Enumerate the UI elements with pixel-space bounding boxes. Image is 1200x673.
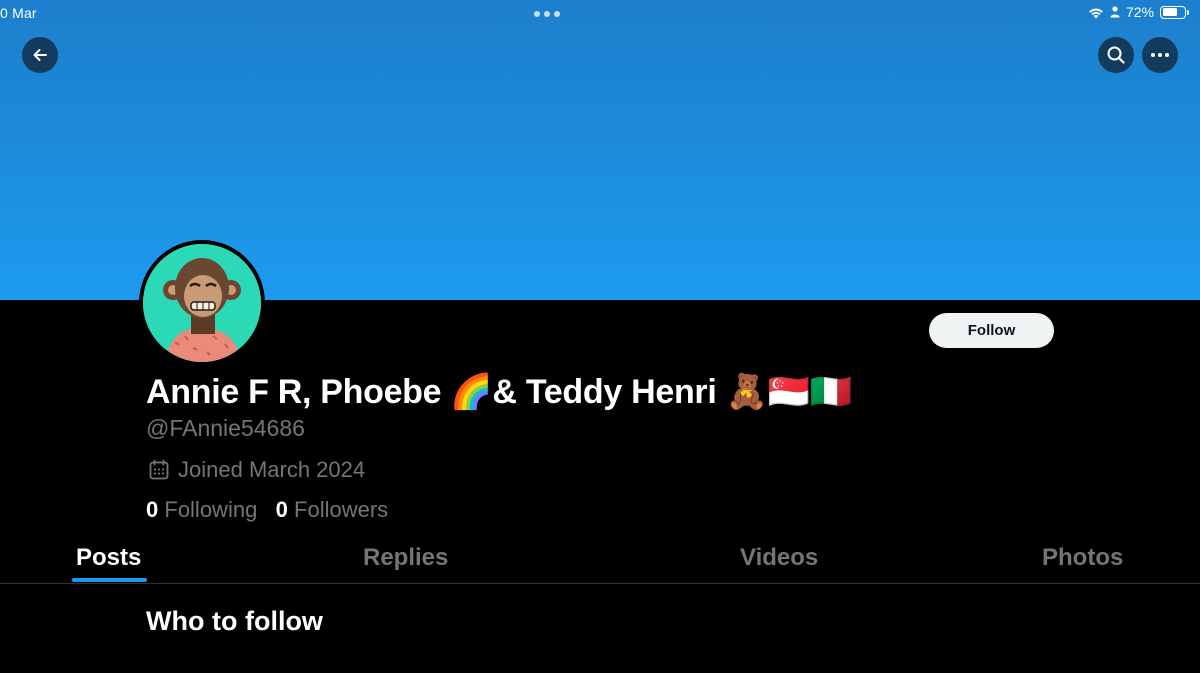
tab-videos[interactable]: Videos xyxy=(740,544,818,572)
profile-handle: @FAnnie54686 xyxy=(146,415,305,441)
more-horizontal-icon xyxy=(1151,53,1169,57)
following-label: Following xyxy=(164,497,258,522)
following-link[interactable]: 0 Following xyxy=(146,497,257,522)
person-icon xyxy=(1110,6,1120,18)
more-options-button[interactable] xyxy=(1142,37,1178,73)
status-indicators: 72% xyxy=(1088,4,1189,20)
who-to-follow-heading: Who to follow xyxy=(146,606,323,636)
search-button[interactable] xyxy=(1098,37,1134,73)
arrow-left-icon xyxy=(33,49,47,61)
battery-icon xyxy=(1160,5,1189,19)
tab-posts[interactable]: Posts xyxy=(76,544,141,572)
wifi-icon xyxy=(1089,8,1103,18)
followers-link[interactable]: 0 Followers xyxy=(276,497,389,522)
profile-page: 0 Mar 72% Follow Annie F R, Phoebe 🌈& Te… xyxy=(0,0,1200,673)
battery-percentage: 72% xyxy=(1125,4,1154,20)
profile-display-name: Annie F R, Phoebe 🌈& Teddy Henri 🧸🇸🇬🇮🇹 xyxy=(146,373,852,411)
battery-level xyxy=(1162,8,1177,16)
profile-avatar[interactable] xyxy=(139,240,265,366)
follow-stats: 0 Following 0 Followers xyxy=(146,497,388,523)
ape-avatar-image xyxy=(143,244,261,362)
calendar-icon xyxy=(149,459,169,480)
back-button[interactable] xyxy=(22,37,58,73)
tab-replies[interactable]: Replies xyxy=(363,544,448,572)
joined-date: Joined March 2024 xyxy=(148,457,365,483)
status-time: 0 Mar xyxy=(0,5,37,21)
profile-tabs: Posts Replies Videos Photos xyxy=(0,534,1200,584)
following-count: 0 xyxy=(146,497,159,522)
follow-button[interactable]: Follow xyxy=(929,313,1054,348)
search-icon xyxy=(1107,46,1125,64)
active-tab-indicator xyxy=(72,578,147,582)
followers-count: 0 xyxy=(275,497,288,522)
joined-text: Joined March 2024 xyxy=(178,457,366,482)
multitasking-dots-icon[interactable] xyxy=(534,11,560,17)
followers-label: Followers xyxy=(294,497,389,522)
tab-photos[interactable]: Photos xyxy=(1042,544,1123,572)
